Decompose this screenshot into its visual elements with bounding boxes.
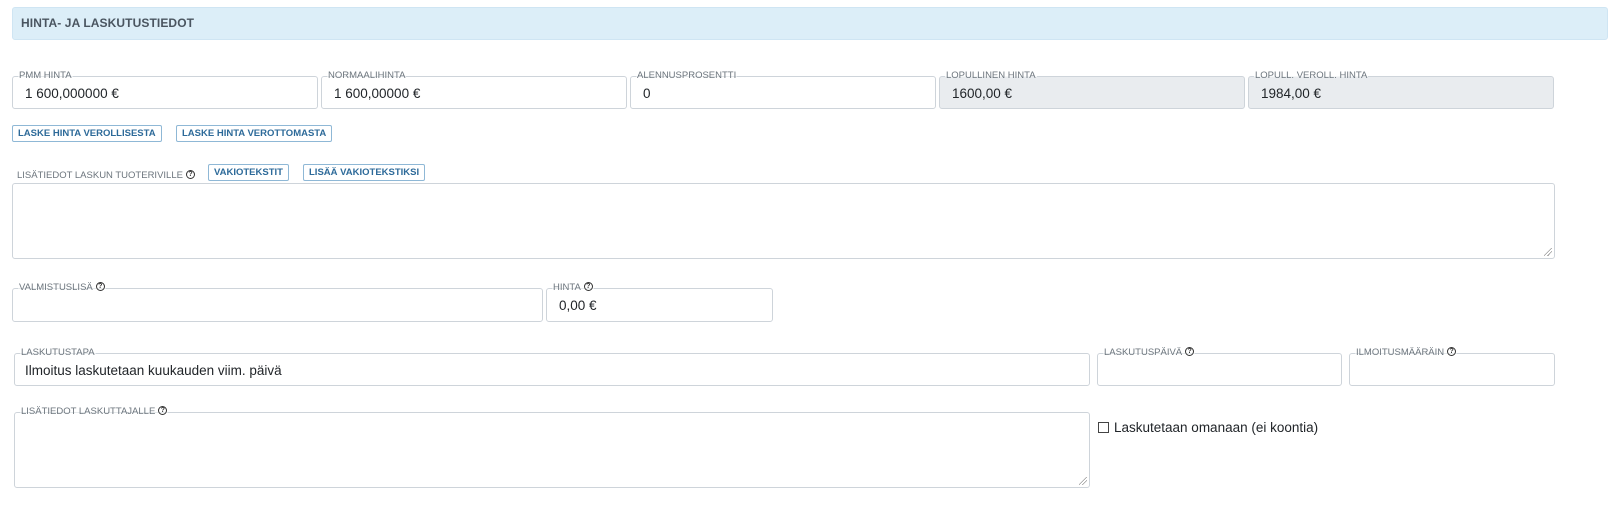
question-circle-icon[interactable]: ? bbox=[583, 281, 593, 291]
normal-price-value: 1 600,00000 € bbox=[334, 86, 421, 101]
billing-method-value: Ilmoitus laskutetaan kuukauden viim. päi… bbox=[25, 363, 282, 378]
normal-price-field[interactable]: NORMAALIHINTA 1 600,00000 € bbox=[321, 70, 627, 109]
pmm-price-field[interactable]: PMM HINTA 1 600,000000 € bbox=[12, 70, 318, 109]
invoice-line-info-label: LISÄTIEDOT LASKUN TUOTERIVILLE? bbox=[17, 169, 195, 181]
resize-grip-icon[interactable] bbox=[1079, 477, 1087, 485]
calc-price-incl-vat-button[interactable]: LASKE HINTA VEROLLISESTA bbox=[12, 125, 162, 142]
billing-date-field[interactable]: LASKUTUSPÄIVÄ? bbox=[1097, 346, 1342, 386]
question-circle-icon[interactable]: ? bbox=[1447, 346, 1457, 356]
notice-count-label: ILMOITUSMÄÄRÄIN? bbox=[1355, 346, 1458, 359]
final-price-field: LOPULLINEN HINTA 1600,00 € bbox=[939, 70, 1245, 109]
biller-info-label: LISÄTIEDOT LASKUTTAJALLE? bbox=[20, 405, 169, 418]
invoice-line-info-label-text: LISÄTIEDOT LASKUN TUOTERIVILLE bbox=[17, 170, 183, 181]
question-circle-icon[interactable]: ? bbox=[95, 281, 105, 291]
billing-date-label: LASKUTUSPÄIVÄ? bbox=[1103, 346, 1196, 359]
standard-texts-button[interactable]: VAKIOTEKSTIT bbox=[208, 164, 289, 181]
final-price-value: 1600,00 € bbox=[952, 86, 1013, 101]
manufacturing-price-label-text: HINTA bbox=[553, 282, 581, 293]
section-title: HINTA- JA LASKUTUSTIEDOT bbox=[21, 16, 195, 30]
discount-percent-field[interactable]: ALENNUSPROSENTTI 0 bbox=[630, 70, 936, 109]
manufacturing-addon-field[interactable]: VALMISTUSLISÄ? bbox=[12, 281, 543, 322]
notice-count-field[interactable]: ILMOITUSMÄÄRÄIN? bbox=[1349, 346, 1555, 386]
pmm-price-value: 1 600,000000 € bbox=[25, 86, 119, 101]
question-circle-icon[interactable]: ? bbox=[1185, 346, 1195, 356]
own-invoice-checkbox[interactable] bbox=[1098, 421, 1109, 433]
discount-percent-value: 0 bbox=[643, 86, 651, 101]
own-invoice-checkbox-row[interactable]: Laskutetaan omanaan (ei koontia) bbox=[1098, 420, 1318, 435]
billing-method-label: LASKUTUSTAPA bbox=[20, 347, 96, 359]
final-price-vat-field: LOPULL. VEROLL. HINTA 1984,00 € bbox=[1248, 70, 1554, 109]
biller-info-textarea[interactable]: LISÄTIEDOT LASKUTTAJALLE? bbox=[14, 405, 1090, 488]
discount-percent-label: ALENNUSPROSENTTI bbox=[636, 70, 738, 82]
pmm-price-label: PMM HINTA bbox=[18, 70, 73, 82]
final-price-vat-value: 1984,00 € bbox=[1261, 86, 1322, 101]
own-invoice-label: Laskutetaan omanaan (ei koontia) bbox=[1114, 420, 1319, 435]
final-price-vat-label: LOPULL. VEROLL. HINTA bbox=[1254, 70, 1369, 82]
section-header: HINTA- JA LASKUTUSTIEDOT bbox=[12, 7, 1608, 40]
add-standard-text-button[interactable]: LISÄÄ VAKIOTEKSTIKSI bbox=[303, 164, 426, 181]
manufacturing-price-label: HINTA? bbox=[552, 281, 594, 294]
manufacturing-price-field[interactable]: HINTA? 0,00 € bbox=[546, 281, 773, 322]
manufacturing-addon-label-text: VALMISTUSLISÄ bbox=[19, 282, 93, 293]
normal-price-label: NORMAALIHINTA bbox=[327, 70, 407, 82]
billing-method-field[interactable]: LASKUTUSTAPA Ilmoitus laskutetaan kuukau… bbox=[14, 347, 1090, 386]
question-circle-icon[interactable]: ? bbox=[158, 405, 168, 415]
notice-count-label-text: ILMOITUSMÄÄRÄIN bbox=[1356, 347, 1445, 358]
question-circle-icon[interactable]: ? bbox=[185, 169, 195, 179]
manufacturing-price-value: 0,00 € bbox=[559, 298, 597, 313]
biller-info-label-text: LISÄTIEDOT LASKUTTAJALLE bbox=[21, 406, 156, 417]
resize-grip-icon[interactable] bbox=[1544, 248, 1552, 256]
billing-date-label-text: LASKUTUSPÄIVÄ bbox=[1104, 347, 1183, 358]
calc-price-excl-vat-button[interactable]: LASKE HINTA VEROTTOMASTA bbox=[176, 125, 333, 142]
final-price-label: LOPULLINEN HINTA bbox=[945, 70, 1037, 82]
invoice-line-info-textarea[interactable] bbox=[12, 183, 1555, 259]
manufacturing-addon-label: VALMISTUSLISÄ? bbox=[18, 281, 106, 294]
